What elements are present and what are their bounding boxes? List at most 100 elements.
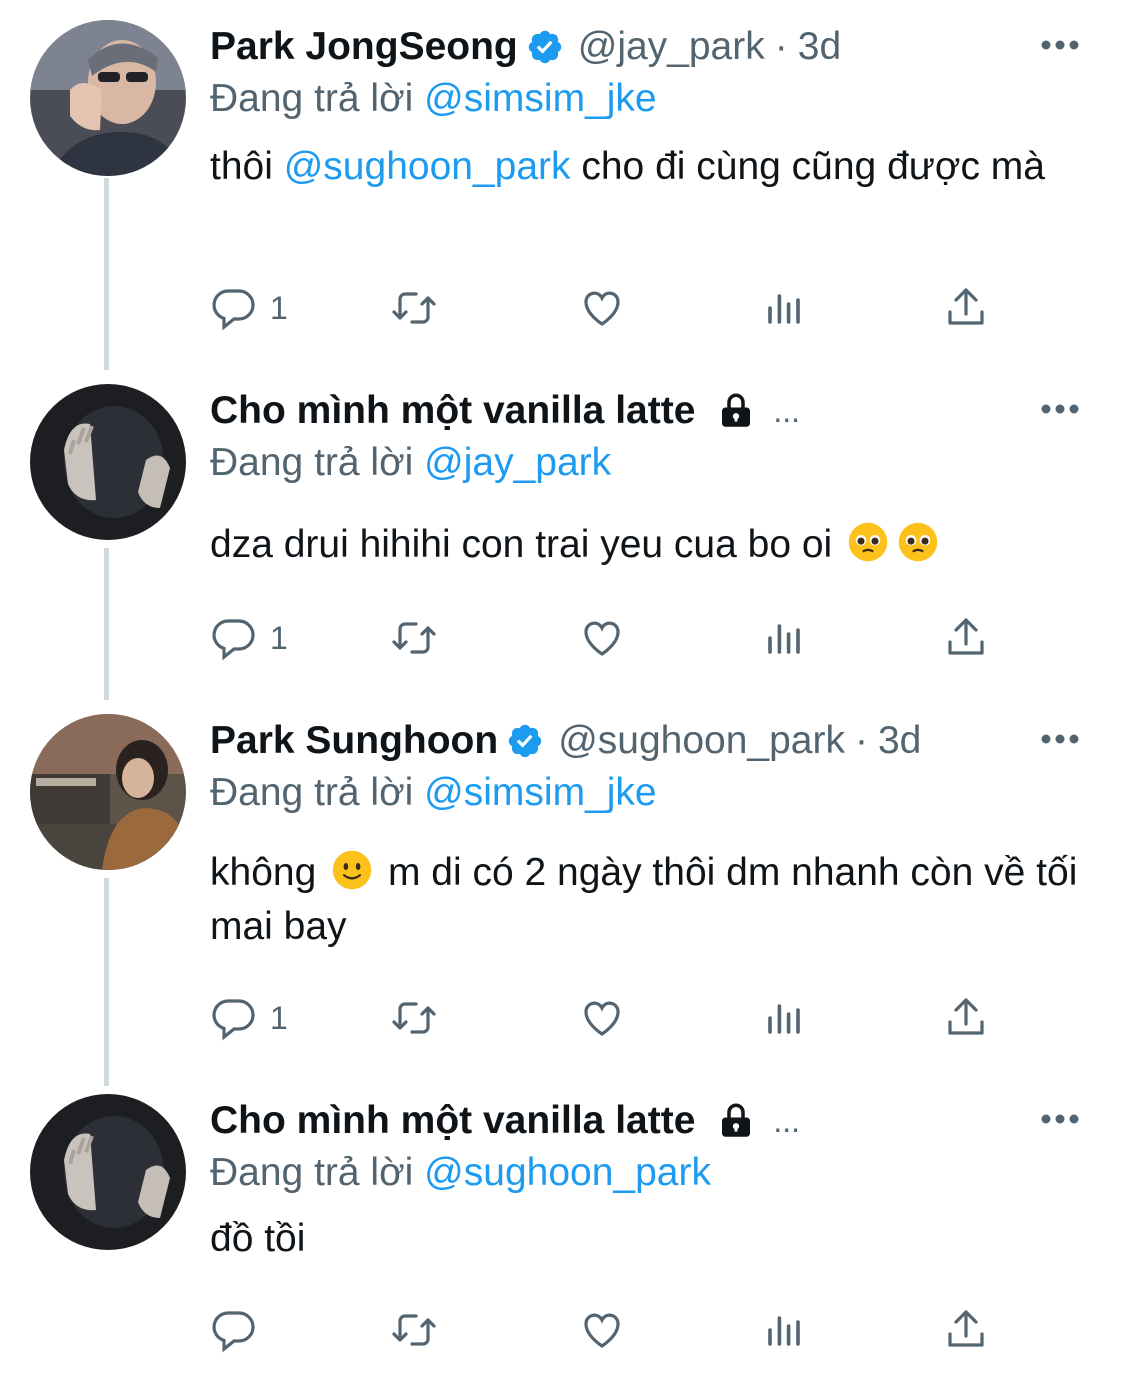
tweet-text-part: đồ tồi [210, 1217, 306, 1260]
handle[interactable]: @sughoon_park [558, 714, 845, 768]
reply-button[interactable]: 1 [210, 284, 288, 332]
timestamp[interactable]: 3d [878, 714, 921, 768]
share-button[interactable] [942, 1306, 990, 1354]
avatar[interactable] [30, 20, 186, 176]
retweet-button[interactable] [390, 1306, 438, 1354]
share-icon [948, 1310, 984, 1347]
reply-context: Đang trả lời @sughoon_park [210, 1148, 1090, 1198]
tweet-text: thôi @sughoon_park cho đi cùng cũng được… [210, 140, 1090, 194]
tweet-header: Cho mình một vanilla latte ... [210, 384, 1090, 438]
lock-icon [722, 1103, 751, 1137]
retweet-icon [392, 1002, 436, 1034]
like-button[interactable] [578, 284, 626, 332]
timestamp[interactable]: 3d [798, 20, 841, 74]
verified-badge-icon [528, 30, 561, 64]
reply-to-mention[interactable]: @sughoon_park [424, 1151, 711, 1194]
reply-prefix: Đang trả lời [210, 441, 414, 484]
more-options-icon[interactable] [1040, 1112, 1080, 1126]
reply-icon [212, 289, 255, 331]
heart-icon [584, 1001, 620, 1036]
analytics-button[interactable] [760, 994, 808, 1042]
retweet-icon [392, 292, 436, 324]
lock-icon [722, 393, 751, 427]
tweet-actions: 1 [210, 614, 1010, 662]
tweet-text: không m di có 2 ngày thôi dm nhanh còn v… [210, 846, 1090, 954]
reply-to-mention[interactable]: @jay_park [424, 441, 611, 484]
analytics-icon [768, 1316, 800, 1346]
truncation-ellipsis: ... [773, 1103, 801, 1139]
analytics-button[interactable] [760, 284, 808, 332]
tweet[interactable]: Cho mình một vanilla latte ... Đang trả … [0, 1094, 1122, 1364]
more-options-icon[interactable] [1040, 402, 1080, 416]
tweet-actions: 1 [210, 994, 1010, 1042]
avatar[interactable] [30, 714, 186, 870]
reply-count: 1 [270, 619, 288, 656]
analytics-button[interactable] [760, 614, 808, 662]
reply-count: 1 [270, 289, 288, 326]
verified-badge-icon [508, 724, 542, 758]
share-button[interactable] [942, 284, 990, 332]
reply-prefix: Đang trả lời [210, 77, 414, 120]
tweet-text: đồ tồi [210, 1212, 1090, 1266]
display-name[interactable]: Cho mình một vanilla latte [210, 384, 695, 438]
reply-button[interactable]: 1 [210, 614, 288, 662]
pleading-face-emoji [898, 522, 938, 562]
tweet-text-part: không [210, 851, 317, 894]
retweet-button[interactable] [390, 614, 438, 662]
tweet-actions [210, 1306, 1010, 1354]
avatar[interactable] [30, 384, 186, 540]
heart-icon [584, 1313, 620, 1348]
tweet[interactable]: Park Sunghoon @sughoon_park · 3d Đang tr… [0, 714, 1122, 1054]
tweet-actions: 1 [210, 284, 1010, 332]
reply-icon [212, 619, 255, 661]
tweet-text: dza drui hihihi con trai yeu cua bo oi [210, 518, 1090, 572]
tweet-text-part: dza drui hihihi con trai yeu cua bo oi [210, 523, 833, 566]
tweet-text-part: thôi [210, 145, 284, 188]
reply-button[interactable]: 1 [210, 994, 288, 1042]
retweet-icon [392, 1314, 436, 1346]
share-icon [948, 288, 984, 325]
reply-prefix: Đang trả lời [210, 1151, 414, 1194]
reply-to-mention[interactable]: @simsim_jke [424, 77, 656, 120]
display-name[interactable]: Park JongSeong [210, 20, 518, 74]
text-mention[interactable]: @sughoon_park [284, 145, 571, 188]
slightly-smiling-face-emoji [332, 850, 372, 890]
reply-thread: Park JongSeong @jay_park · 3d Đang trả l… [0, 0, 1122, 1373]
share-icon [948, 998, 984, 1035]
display-name[interactable]: Cho mình một vanilla latte [210, 1094, 695, 1148]
tweet-header: Park Sunghoon @sughoon_park · 3d [210, 714, 1090, 768]
heart-icon [584, 621, 620, 656]
analytics-icon [768, 1004, 800, 1034]
retweet-button[interactable] [390, 284, 438, 332]
reply-button[interactable] [210, 1306, 270, 1354]
reply-count: 1 [270, 999, 288, 1036]
reply-prefix: Đang trả lời [210, 771, 414, 814]
reply-to-mention[interactable]: @simsim_jke [424, 771, 656, 814]
separator: · [854, 719, 868, 762]
retweet-button[interactable] [390, 994, 438, 1042]
like-button[interactable] [578, 1306, 626, 1354]
tweet[interactable]: Cho mình một vanilla latte ... Đang trả … [0, 384, 1122, 684]
avatar[interactable] [30, 1094, 186, 1250]
truncation-ellipsis: ... [773, 393, 801, 429]
share-button[interactable] [942, 994, 990, 1042]
tweet-text-part: cho đi cùng cũng được mà [570, 145, 1045, 188]
display-name[interactable]: Park Sunghoon [210, 714, 498, 768]
more-options-icon[interactable] [1040, 732, 1080, 746]
reply-context: Đang trả lời @jay_park [210, 438, 1090, 488]
tweet-header: Cho mình một vanilla latte ... [210, 1094, 1090, 1148]
share-button[interactable] [942, 614, 990, 662]
like-button[interactable] [578, 994, 626, 1042]
analytics-icon [768, 624, 800, 654]
reply-context: Đang trả lời @simsim_jke [210, 74, 1090, 124]
handle[interactable]: @jay_park [578, 20, 765, 74]
tweet-header: Park JongSeong @jay_park · 3d [210, 20, 1090, 74]
analytics-button[interactable] [760, 1306, 808, 1354]
more-options-icon[interactable] [1040, 38, 1080, 52]
tweet[interactable]: Park JongSeong @jay_park · 3d Đang trả l… [0, 20, 1122, 350]
reply-icon [212, 1311, 255, 1353]
reply-context: Đang trả lời @simsim_jke [210, 768, 1090, 818]
separator: · [774, 25, 788, 68]
analytics-icon [768, 294, 800, 324]
like-button[interactable] [578, 614, 626, 662]
